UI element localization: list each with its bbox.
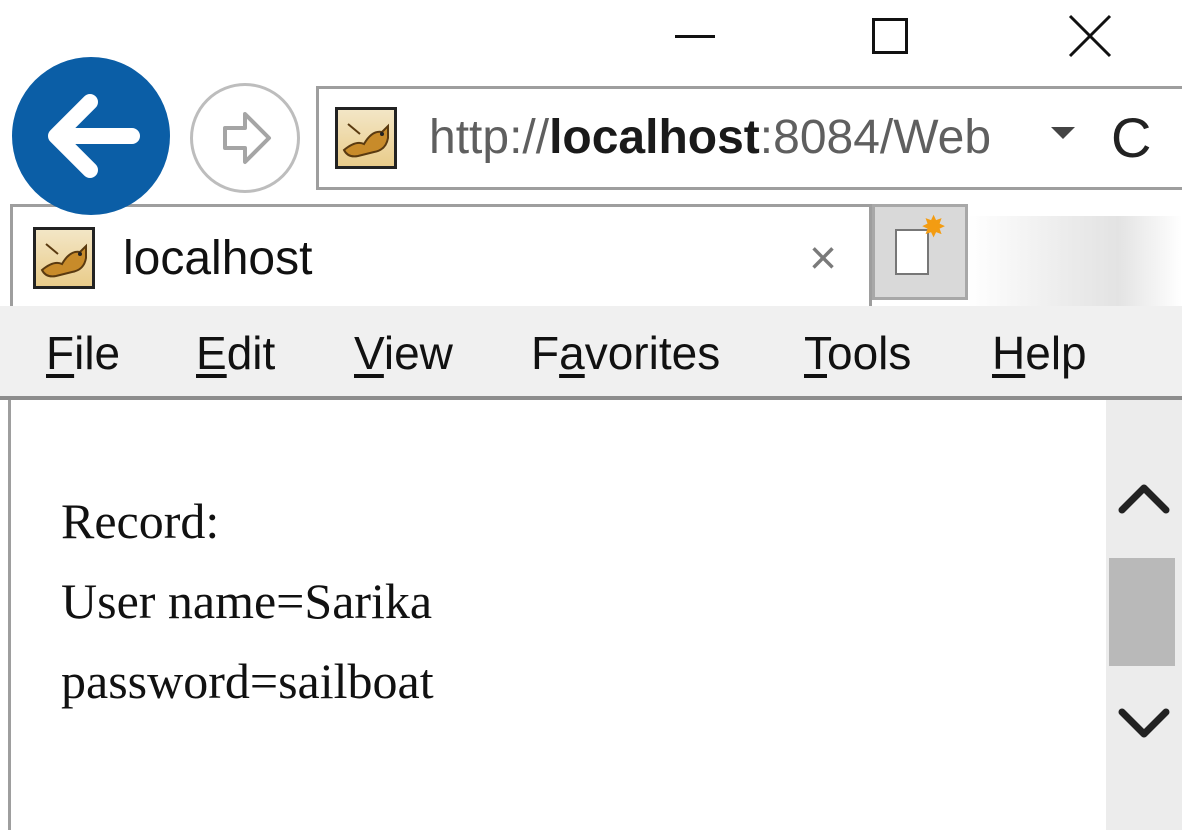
page-content: Record: User name=Sarika password=sailbo… xyxy=(8,400,1106,830)
back-button[interactable] xyxy=(12,57,170,215)
menu-bar: File Edit View Favorites Tools Help xyxy=(0,306,1182,400)
tab-localhost[interactable]: localhost × xyxy=(10,204,872,308)
scroll-up-button[interactable] xyxy=(1106,462,1182,532)
maximize-icon xyxy=(872,18,908,54)
close-window-button[interactable] xyxy=(1045,0,1135,80)
minimize-icon xyxy=(675,34,715,38)
menu-view[interactable]: View xyxy=(354,306,453,400)
arrow-right-icon xyxy=(223,112,271,164)
vertical-scrollbar[interactable] xyxy=(1106,400,1182,830)
menu-favorites[interactable]: Favorites xyxy=(531,306,720,400)
title-bar xyxy=(0,0,1182,80)
scroll-down-button[interactable] xyxy=(1106,690,1182,760)
maximize-button[interactable] xyxy=(845,0,935,80)
tomcat-icon xyxy=(33,227,95,289)
record-password: password=sailboat xyxy=(61,653,434,709)
menu-edit[interactable]: Edit xyxy=(196,306,275,400)
menu-help[interactable]: Help xyxy=(992,306,1087,400)
tab-strip-fade xyxy=(968,216,1182,306)
close-icon xyxy=(1068,14,1112,58)
chevron-up-icon xyxy=(1118,484,1170,514)
address-bar[interactable]: http://localhost:8084/Web C xyxy=(316,86,1182,190)
tab-title: localhost xyxy=(123,232,313,285)
menu-file[interactable]: File xyxy=(46,306,120,400)
menu-tools[interactable]: Tools xyxy=(804,306,911,400)
tab-strip: localhost × ✸ xyxy=(0,196,1182,308)
sparkle-icon: ✸ xyxy=(921,211,947,244)
minimize-button[interactable] xyxy=(650,0,740,80)
new-tab-button[interactable]: ✸ xyxy=(872,204,968,300)
chevron-down-icon[interactable] xyxy=(1051,127,1075,139)
tab-close-button[interactable]: × xyxy=(809,207,837,311)
tomcat-icon xyxy=(335,107,397,169)
record-username: User name=Sarika xyxy=(61,573,433,629)
url-text[interactable]: http://localhost:8084/Web xyxy=(429,89,1029,187)
forward-button[interactable] xyxy=(190,83,300,193)
chevron-down-icon xyxy=(1118,708,1170,738)
refresh-icon[interactable]: C xyxy=(1111,89,1151,187)
record-heading: Record: xyxy=(61,493,220,549)
scroll-thumb[interactable] xyxy=(1109,558,1175,666)
arrow-left-icon xyxy=(48,94,140,178)
